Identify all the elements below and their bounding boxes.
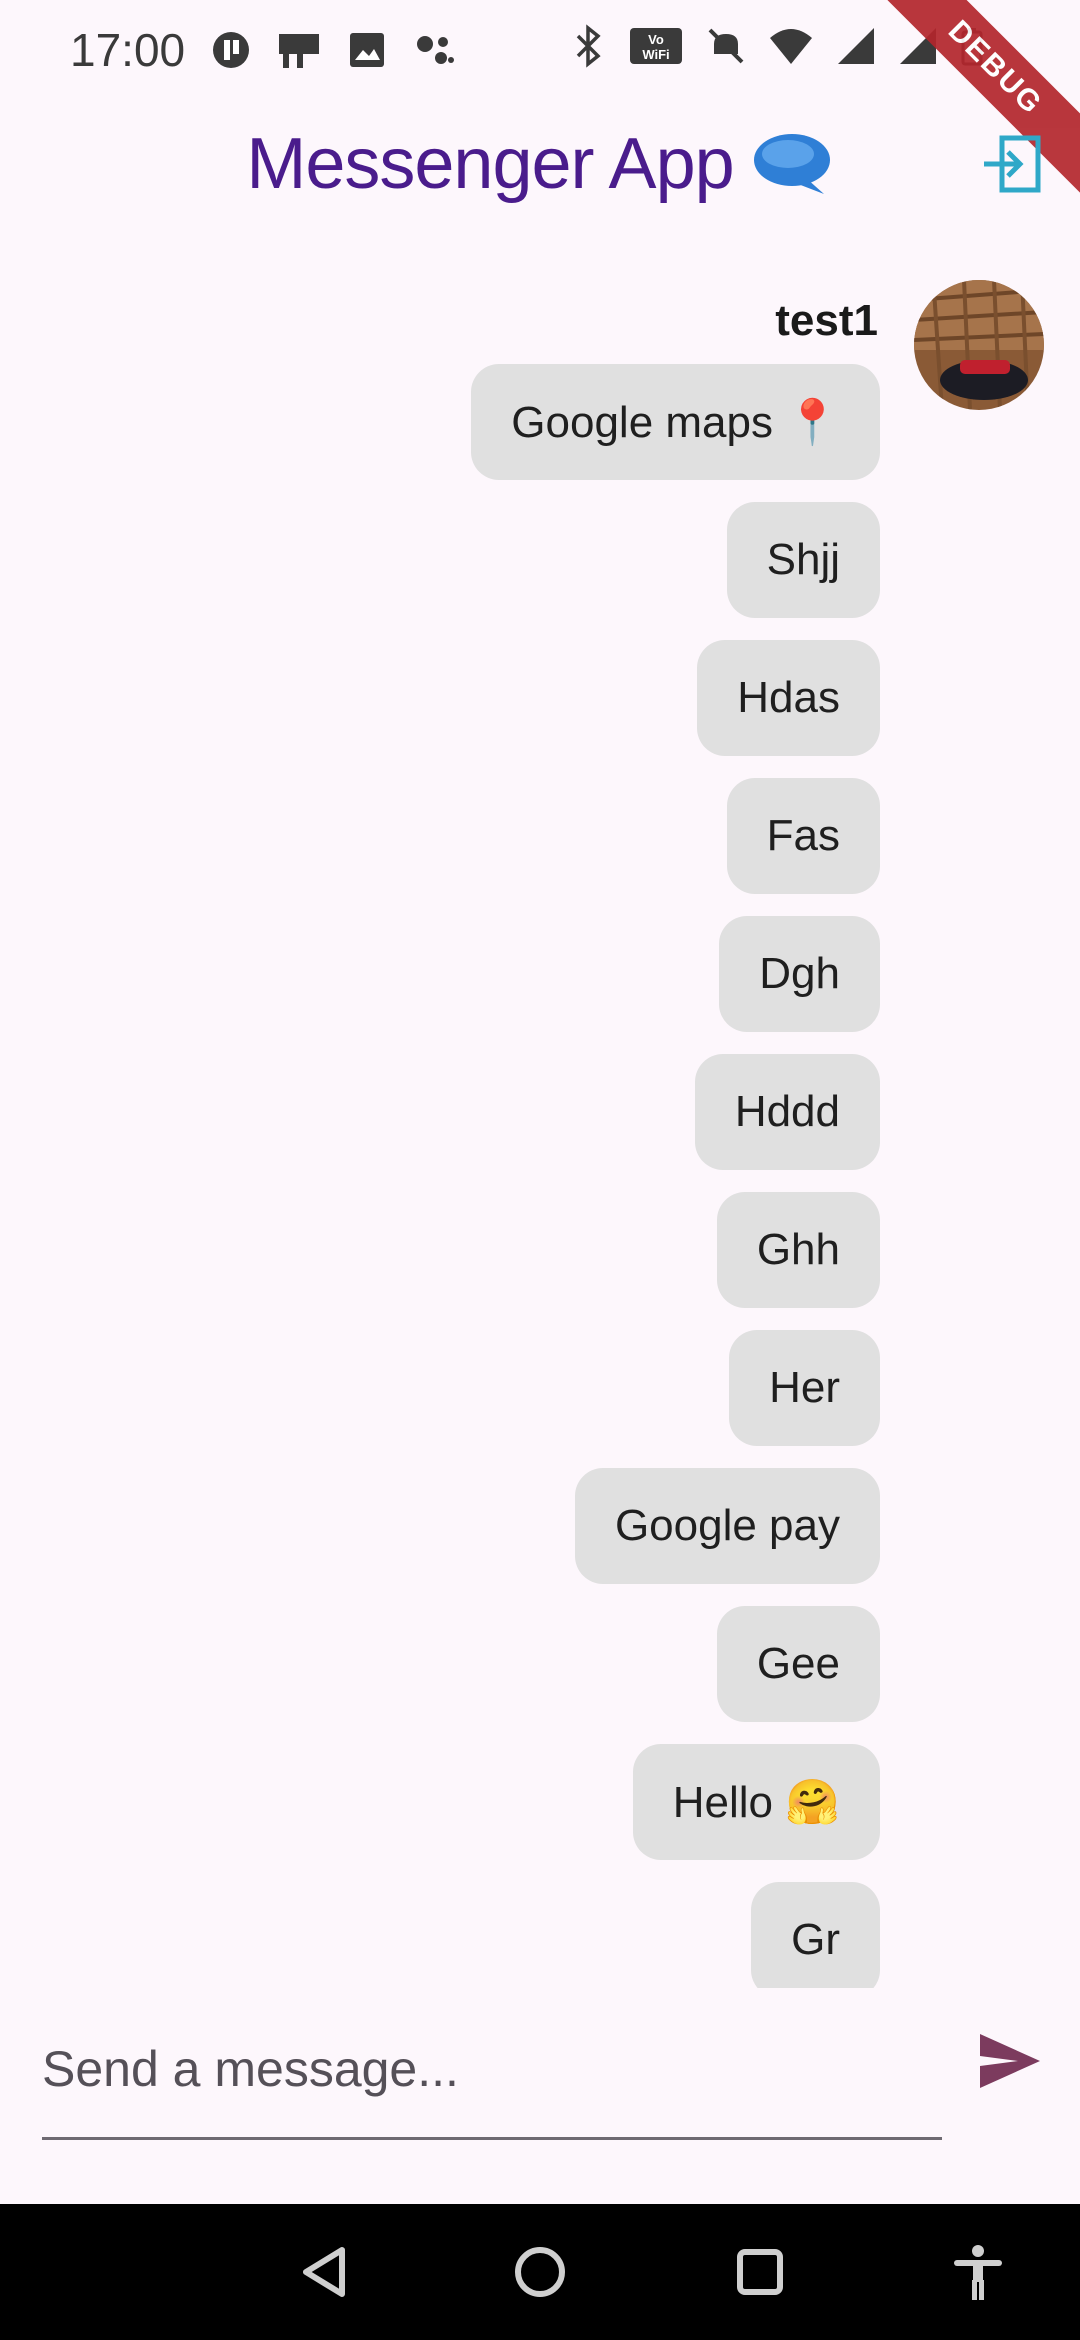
message-bubble[interactable]: Ghh (716, 1192, 880, 1308)
speech-bubble-icon (753, 134, 830, 194)
mute-icon (708, 28, 744, 64)
screen: 17:00 Vo WiFi DEBUG Messenger App test1 … (0, 0, 1080, 2340)
send-icon[interactable] (974, 2026, 1044, 2096)
logout-icon[interactable] (980, 132, 1044, 196)
bluetooth-icon (576, 24, 601, 68)
system-nav-bar (0, 2204, 1080, 2340)
message-list: Google maps 📍 Shjj Hdas Fas Dgh Hddd Ghh… (471, 364, 880, 1988)
message-bubble[interactable]: Google pay (574, 1468, 880, 1584)
app-bar: Messenger App (0, 100, 1080, 228)
back-icon[interactable] (296, 2242, 356, 2302)
app-title: Messenger App (246, 124, 734, 204)
signal-icon (838, 28, 874, 64)
message-bubble[interactable]: Dgh (719, 916, 880, 1032)
wifi-icon (770, 29, 812, 64)
home-icon[interactable] (510, 2242, 570, 2302)
avatar[interactable] (914, 280, 1044, 410)
message-input[interactable] (42, 2000, 942, 2140)
status-time: 17:00 (70, 24, 186, 76)
message-bubble[interactable]: Gee (716, 1606, 880, 1722)
assistant-icon (417, 36, 455, 64)
accessibility-icon[interactable] (948, 2242, 1008, 2302)
message-bubble[interactable]: Her (729, 1330, 880, 1446)
sender-name: test1 (775, 296, 878, 345)
message-bubble[interactable]: Shjj (726, 502, 880, 618)
message-bubble[interactable]: Hddd (694, 1054, 880, 1170)
recents-icon[interactable] (730, 2242, 790, 2302)
svg-text:Vo: Vo (648, 32, 664, 47)
svg-text:WiFi: WiFi (642, 47, 669, 62)
message-bubble[interactable]: Gr (751, 1882, 880, 1988)
message-bubble[interactable]: Hdas (697, 640, 880, 756)
app-notification-icon (213, 32, 250, 68)
avatar-image (914, 280, 1044, 410)
image-icon (350, 33, 385, 67)
message-composer (0, 1990, 1080, 2200)
message-bubble[interactable]: Google maps 📍 (471, 364, 880, 480)
desk-icon (279, 34, 320, 68)
message-bubble[interactable]: Fas (726, 778, 880, 894)
chat-area[interactable]: test1 Google maps 📍 Shjj Hdas Fas Dgh Hd… (0, 228, 1080, 1988)
vowifi-icon: VoWiFi (630, 28, 682, 64)
message-bubble[interactable]: Hello 🤗 (632, 1744, 880, 1860)
